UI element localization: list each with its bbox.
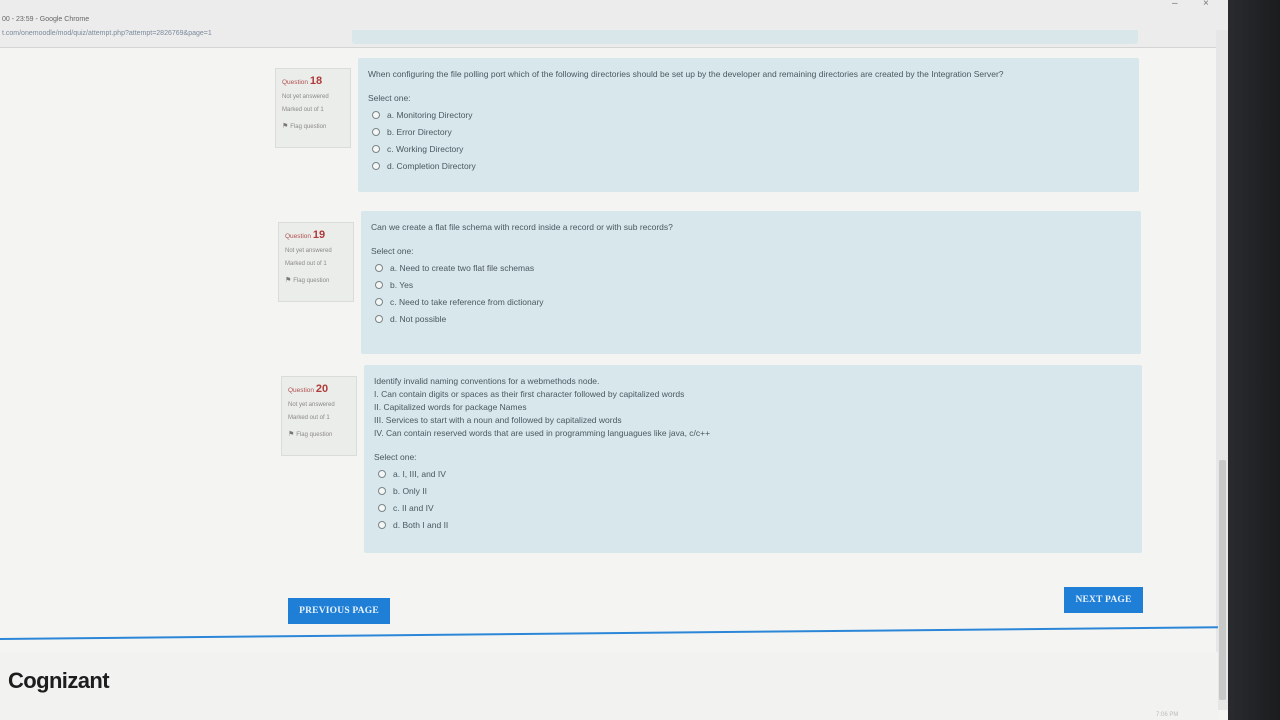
question-text-line: IV. Can contain reserved words that are …	[374, 428, 711, 438]
question-marks: Marked out of 1	[282, 107, 324, 113]
scrollbar-thumb[interactable]	[1219, 460, 1226, 700]
radio-button[interactable]	[375, 315, 383, 323]
question-text-line: II. Capitalized words for package Names	[374, 402, 527, 412]
option-d[interactable]: d. Not possible	[375, 314, 1131, 324]
previous-page-button[interactable]: PREVIOUS PAGE	[288, 598, 390, 624]
option-b[interactable]: b. Error Directory	[372, 127, 1129, 137]
close-icon[interactable]: ×	[1203, 0, 1209, 9]
question-text: Identify invalid naming conventions for …	[374, 375, 1132, 440]
taskbar-clock: 7:06 PM	[1156, 712, 1179, 718]
radio-button[interactable]	[375, 298, 383, 306]
option-c[interactable]: c. Need to take reference from dictionar…	[375, 297, 1131, 307]
option-c[interactable]: c. II and IV	[378, 503, 1132, 513]
flag-icon: ⚑	[288, 431, 295, 438]
option-c[interactable]: c. Working Directory	[372, 144, 1129, 154]
option-a[interactable]: a. Monitoring Directory	[372, 110, 1129, 120]
question-marks: Marked out of 1	[288, 415, 330, 421]
select-one-label: Select one:	[368, 93, 411, 103]
flag-icon: ⚑	[285, 277, 292, 284]
address-bar[interactable]: t.com/onemoodle/mod/quiz/attempt.php?att…	[2, 30, 212, 37]
question-status: Not yet answered	[288, 402, 335, 408]
question-text-line: III. Services to start with a noun and f…	[374, 415, 622, 425]
option-b[interactable]: b. Only II	[378, 486, 1132, 496]
previous-question-tail	[352, 30, 1138, 44]
option-a[interactable]: a. I, III, and IV	[378, 469, 1132, 479]
next-page-button[interactable]: NEXT PAGE	[1064, 587, 1143, 613]
question-text-line: Identify invalid naming conventions for …	[374, 376, 600, 386]
radio-button[interactable]	[375, 264, 383, 272]
select-one-label: Select one:	[371, 246, 414, 256]
option-b[interactable]: b. Yes	[375, 280, 1131, 290]
footer	[0, 652, 1218, 720]
radio-button[interactable]	[372, 145, 380, 153]
radio-button[interactable]	[372, 128, 380, 136]
radio-button[interactable]	[378, 521, 386, 529]
radio-button[interactable]	[378, 504, 386, 512]
question-info-19: Question 19 Not yet answered Marked out …	[278, 222, 354, 302]
flag-question-link[interactable]: ⚑ Flag question	[288, 430, 350, 438]
select-one-label: Select one:	[374, 452, 417, 462]
question-content-20: Identify invalid naming conventions for …	[364, 365, 1142, 553]
minimize-icon[interactable]: –	[1172, 0, 1178, 9]
radio-button[interactable]	[378, 470, 386, 478]
question-marks: Marked out of 1	[285, 261, 327, 267]
question-info-20: Question 20 Not yet answered Marked out …	[281, 376, 357, 456]
question-info-18: Question 18 Not yet answered Marked out …	[275, 68, 351, 148]
question-text: Can we create a flat file schema with re…	[371, 222, 673, 232]
option-d[interactable]: d. Both I and II	[378, 520, 1132, 530]
radio-button[interactable]	[372, 111, 380, 119]
question-content-19: Can we create a flat file schema with re…	[361, 211, 1141, 354]
radio-button[interactable]	[378, 487, 386, 495]
option-a[interactable]: a. Need to create two flat file schemas	[375, 263, 1131, 273]
flag-question-link[interactable]: ⚑ Flag question	[282, 122, 344, 130]
question-content-18: When configuring the file polling port w…	[358, 58, 1139, 192]
question-text: When configuring the file polling port w…	[368, 69, 1004, 79]
window-title: 00 - 23:59 - Google Chrome	[2, 16, 90, 23]
flag-question-link[interactable]: ⚑ Flag question	[285, 276, 347, 284]
cognizant-logo: Cognizant	[8, 668, 110, 693]
option-d[interactable]: d. Completion Directory	[372, 161, 1129, 171]
question-status: Not yet answered	[285, 248, 332, 254]
question-text-line: I. Can contain digits or spaces as their…	[374, 389, 685, 399]
flag-icon: ⚑	[282, 123, 289, 130]
question-number-label: Question 19	[285, 229, 326, 241]
monitor-bezel	[1228, 0, 1280, 720]
question-number-label: Question 20	[288, 383, 329, 395]
question-status: Not yet answered	[282, 94, 329, 100]
question-number-label: Question 18	[282, 75, 323, 87]
radio-button[interactable]	[375, 281, 383, 289]
radio-button[interactable]	[372, 162, 380, 170]
footer-divider	[0, 626, 1218, 640]
